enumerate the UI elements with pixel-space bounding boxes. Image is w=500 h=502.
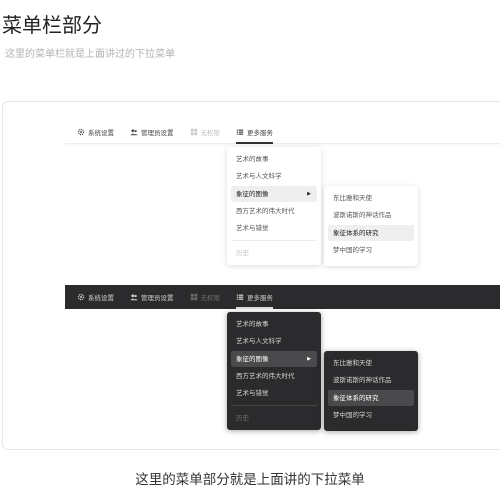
list-icon [236,294,244,300]
menu-item-label: 管理员设置 [141,128,174,137]
submenu-item[interactable]: 象征体系的研究 [328,389,414,406]
submenu-item[interactable]: 波斯诺斯的神话作品 [328,207,414,223]
page-title: 菜单栏部分 [2,13,102,37]
menu-item-label: 更多服务 [247,128,273,137]
menu-item-system-settings[interactable]: 系统设置 [77,120,114,144]
submenu-dark: 东比雅和天使 波斯诺斯的神话作品 象征体系的研究 梦中国的学习 [324,351,418,431]
dropdown-item[interactable]: 艺术与人文科学 [231,333,317,349]
dropdown-menu-dark: 艺术的故事 艺术与人文科学 象征的图像 ▶ 西方艺术的伟大时代 艺术与错觉 历史 [227,312,321,430]
divider [231,240,317,242]
submenu-item[interactable]: 梦中国的学习 [328,242,414,258]
menubar-light: 系统设置 管理员设置 无权限 更多服务 [65,120,500,144]
dropdown-item-label: 象征的图像 [236,189,269,198]
list-icon [236,129,244,135]
caret-right-icon: ▶ [307,355,311,362]
users-icon [130,128,138,135]
dropdown-item[interactable]: 艺术的故事 [231,316,317,332]
dropdown-item-with-submenu[interactable]: 象征的图像 ▶ [231,185,317,202]
submenu-item[interactable]: 东比雅和天使 [328,355,414,371]
page-subtitle: 这里的菜单栏就是上面讲过的下拉菜单 [5,49,175,60]
users-icon [130,294,138,301]
grid-icon [190,128,197,135]
divider [231,405,317,407]
dropdown-item-disabled: 历史 [236,414,249,423]
dropdown-item[interactable]: 西方艺术的伟大时代 [231,368,317,384]
menu-item-system-settings[interactable]: 系统设置 [77,285,114,309]
menu-item-admin-settings[interactable]: 管理员设置 [130,285,174,309]
menu-item-label: 管理员设置 [141,294,174,302]
menu-item-label: 更多服务 [247,294,273,302]
caret-right-icon: ▶ [307,190,311,197]
menubar-dark: 系统设置 管理员设置 无权限 更多服务 [65,285,500,309]
menu-item-label: 无权限 [200,128,221,137]
menu-item-more-services[interactable]: 更多服务 [236,285,273,309]
menu-item-label: 系统设置 [88,294,114,302]
gear-icon [77,293,85,301]
dropdown-item-disabled: 历史 [236,249,249,258]
submenu-light: 东比雅和天使 波斯诺斯的神话作品 象征体系的研究 梦中国的学习 [324,186,418,266]
menu-item-no-permission: 无权限 [190,120,221,144]
submenu-item[interactable]: 波斯诺斯的神话作品 [328,372,414,388]
menu-item-no-permission: 无权限 [190,285,221,309]
dropdown-item-label: 象征的图像 [236,354,269,363]
dropdown-menu-light: 艺术的故事 艺术与人文科学 象征的图像 ▶ 西方艺术的伟大时代 艺术与错觉 历史 [227,147,321,265]
menu-item-label: 系统设置 [88,128,114,137]
dropdown-item[interactable]: 艺术与错觉 [231,385,317,401]
dropdown-item-with-submenu[interactable]: 象征的图像 ▶ [231,350,317,367]
dropdown-item[interactable]: 艺术与错觉 [231,220,317,236]
caption: 这里的菜单部分就是上面讲的下拉菜单 [135,472,365,488]
menu-item-more-services[interactable]: 更多服务 [236,120,273,144]
dropdown-item[interactable]: 西方艺术的伟大时代 [231,203,317,219]
gear-icon [77,128,85,135]
menu-item-admin-settings[interactable]: 管理员设置 [130,120,174,144]
submenu-item[interactable]: 梦中国的学习 [328,407,414,423]
dropdown-item[interactable]: 艺术的故事 [231,151,317,167]
submenu-item[interactable]: 东比雅和天使 [328,190,414,206]
dropdown-item[interactable]: 艺术与人文科学 [231,168,317,184]
submenu-item[interactable]: 象征体系的研究 [328,224,414,241]
grid-icon [190,293,197,301]
menu-item-label: 无权限 [200,294,221,302]
